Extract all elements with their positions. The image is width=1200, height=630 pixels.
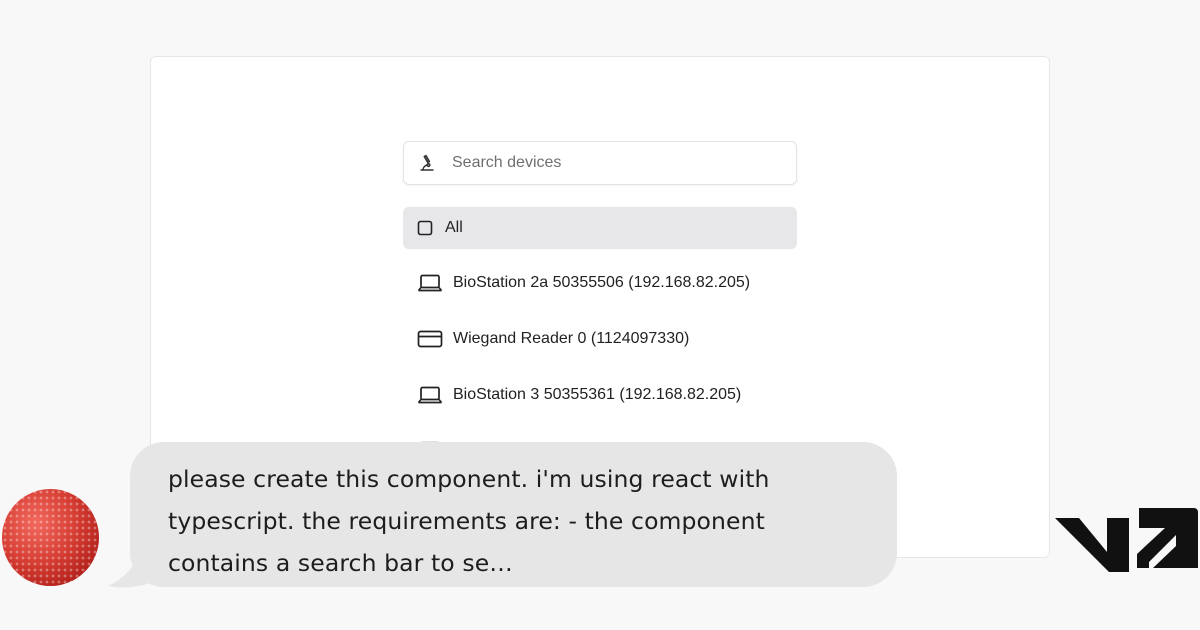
microscope-icon [418,154,436,172]
device-item[interactable]: BioStation 3 50355361 (192.168.82.205) [403,374,797,416]
message-text: please create this component. i'm using … [168,465,770,577]
search-input[interactable] [452,154,752,172]
device-item[interactable]: Wiegand Reader 0 (1124097330) [403,318,797,360]
avatar [2,489,99,586]
list-item-all[interactable]: All [403,207,797,249]
laptop-icon [417,273,443,293]
search-bar[interactable] [403,141,797,185]
chat-bubble: please create this component. i'm using … [130,442,897,587]
checkbox-icon[interactable] [417,218,435,238]
all-label: All [445,219,463,236]
device-label: BioStation 2a 50355506 (192.168.82.205) [453,274,751,291]
device-label: Wiegand Reader 0 (1124097330) [453,330,690,347]
device-label: BioStation 3 50355361 (192.168.82.205) [453,386,742,403]
device-item[interactable]: BioStation 2a 50355506 (192.168.82.205) [403,262,797,304]
v0-logo [1055,508,1198,572]
card-icon [417,329,443,349]
laptop-icon [417,385,443,405]
